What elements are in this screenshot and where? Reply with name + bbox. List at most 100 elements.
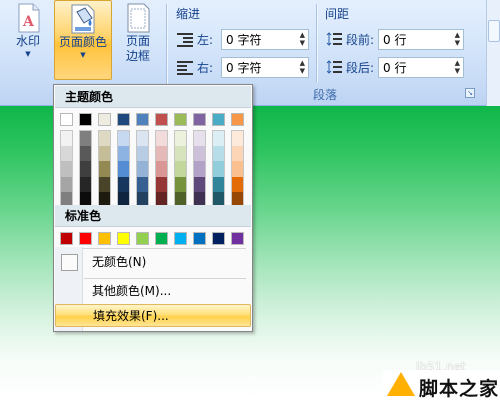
theme-tint-swatch[interactable] bbox=[99, 131, 110, 147]
spacing-after-label: 段后: bbox=[346, 60, 375, 75]
theme-tint-column bbox=[231, 130, 244, 208]
page-border-button[interactable]: 页面 边框 bbox=[112, 0, 164, 80]
theme-tint-swatch[interactable] bbox=[194, 161, 205, 177]
theme-tint-swatch[interactable] bbox=[156, 131, 167, 147]
theme-tint-swatch[interactable] bbox=[194, 131, 205, 147]
theme-color-swatch[interactable] bbox=[193, 113, 206, 126]
ribbon-scroll-button[interactable] bbox=[487, 20, 500, 42]
theme-tint-swatch[interactable] bbox=[118, 131, 129, 147]
page-border-label-1: 页面 bbox=[125, 34, 150, 48]
page-color-button[interactable]: 页面颜色 ▼ bbox=[54, 0, 112, 80]
standard-color-swatch[interactable] bbox=[193, 232, 206, 245]
theme-color-swatch[interactable] bbox=[98, 113, 111, 126]
page-border-icon bbox=[123, 2, 153, 34]
standard-color-swatch[interactable] bbox=[174, 232, 187, 245]
spacing-before-label: 段前: bbox=[346, 32, 375, 47]
theme-color-swatch[interactable] bbox=[174, 113, 187, 126]
theme-tint-swatch[interactable] bbox=[213, 161, 224, 177]
site-logo: 脚本之家 bbox=[383, 370, 500, 400]
spacing-before-value: 0 行 bbox=[383, 32, 407, 47]
standard-color-swatch[interactable] bbox=[231, 232, 244, 245]
standard-color-swatch[interactable] bbox=[212, 232, 225, 245]
theme-tint-swatch[interactable] bbox=[118, 146, 129, 162]
spacing-heading: 间距 bbox=[325, 7, 350, 21]
theme-tint-swatch[interactable] bbox=[194, 146, 205, 162]
theme-tint-swatch[interactable] bbox=[213, 131, 224, 147]
indent-left-spinner[interactable]: 0 字符 ▲ ▼ bbox=[221, 28, 309, 50]
theme-tint-swatch[interactable] bbox=[156, 146, 167, 162]
theme-tint-swatch[interactable] bbox=[175, 161, 186, 177]
standard-color-swatch[interactable] bbox=[79, 232, 92, 245]
page-color-label: 页面颜色 bbox=[58, 35, 107, 49]
theme-color-swatch[interactable] bbox=[155, 113, 168, 126]
theme-tint-swatch[interactable] bbox=[61, 146, 72, 162]
dialog-launcher-icon[interactable]: ↘ bbox=[465, 88, 475, 98]
spacing-before-spinner[interactable]: 0 行 ▲ ▼ bbox=[378, 28, 464, 50]
theme-color-swatch[interactable] bbox=[117, 113, 130, 126]
theme-tint-swatch[interactable] bbox=[137, 131, 148, 147]
theme-color-swatch[interactable] bbox=[60, 113, 73, 126]
theme-tint-swatch[interactable] bbox=[232, 146, 243, 162]
indent-heading: 缩进 bbox=[176, 7, 201, 21]
theme-tint-swatch[interactable] bbox=[175, 146, 186, 162]
chevron-down-icon: ▼ bbox=[25, 50, 31, 58]
spacing-before-row: 段前: 0 行 ▲ ▼ bbox=[326, 28, 464, 50]
spinner-arrows-icon[interactable]: ▲ ▼ bbox=[455, 31, 460, 47]
standard-color-swatch[interactable] bbox=[98, 232, 111, 245]
theme-tint-swatch[interactable] bbox=[137, 176, 148, 192]
theme-color-swatch[interactable] bbox=[136, 113, 149, 126]
theme-tint-swatch[interactable] bbox=[61, 131, 72, 147]
indent-left-label: 左: bbox=[197, 32, 214, 47]
theme-tint-column bbox=[155, 130, 168, 208]
indent-left-value: 0 字符 bbox=[226, 32, 262, 47]
theme-tint-swatch[interactable] bbox=[99, 161, 110, 177]
theme-tint-column bbox=[117, 130, 130, 208]
spacing-after-spinner[interactable]: 0 行 ▲ ▼ bbox=[378, 56, 464, 78]
theme-tint-swatch[interactable] bbox=[80, 161, 91, 177]
theme-tint-swatch[interactable] bbox=[118, 161, 129, 177]
indent-right-value: 0 字符 bbox=[226, 60, 262, 75]
standard-color-swatch[interactable] bbox=[117, 232, 130, 245]
theme-tint-swatch[interactable] bbox=[156, 176, 167, 192]
chevron-down-icon: ▼ bbox=[80, 51, 86, 59]
theme-tint-swatch[interactable] bbox=[80, 176, 91, 192]
spinner-arrows-icon[interactable]: ▲ ▼ bbox=[300, 31, 305, 47]
theme-tint-swatch[interactable] bbox=[99, 146, 110, 162]
theme-color-swatch[interactable] bbox=[79, 113, 92, 126]
theme-tint-swatch[interactable] bbox=[232, 161, 243, 177]
spinner-arrows-icon[interactable]: ▲ ▼ bbox=[455, 59, 460, 75]
theme-tint-swatch[interactable] bbox=[175, 176, 186, 192]
spinner-arrows-icon[interactable]: ▲ ▼ bbox=[300, 59, 305, 75]
indent-right-spinner[interactable]: 0 字符 ▲ ▼ bbox=[221, 56, 309, 78]
theme-color-swatch[interactable] bbox=[231, 113, 244, 126]
theme-tint-column bbox=[174, 130, 187, 208]
standard-color-swatch[interactable] bbox=[60, 232, 73, 245]
theme-tint-swatch[interactable] bbox=[118, 176, 129, 192]
theme-tint-swatch[interactable] bbox=[137, 161, 148, 177]
theme-tint-swatch[interactable] bbox=[61, 176, 72, 192]
theme-tint-swatch[interactable] bbox=[213, 176, 224, 192]
theme-tint-swatch[interactable] bbox=[80, 146, 91, 162]
standard-color-swatch[interactable] bbox=[136, 232, 149, 245]
spacing-after-row: 段后: 0 行 ▲ ▼ bbox=[326, 56, 464, 78]
theme-tint-swatch[interactable] bbox=[80, 131, 91, 147]
theme-tint-swatch[interactable] bbox=[61, 161, 72, 177]
theme-tint-swatch[interactable] bbox=[99, 176, 110, 192]
theme-tint-swatch[interactable] bbox=[175, 131, 186, 147]
watermark-button[interactable]: A 水印 ▼ bbox=[2, 0, 54, 80]
theme-tint-swatch[interactable] bbox=[232, 131, 243, 147]
theme-color-swatch[interactable] bbox=[212, 113, 225, 126]
theme-tint-swatch[interactable] bbox=[232, 176, 243, 192]
menu-separator bbox=[62, 248, 246, 249]
page-border-label-2: 边框 bbox=[125, 49, 150, 63]
standard-color-swatch[interactable] bbox=[155, 232, 168, 245]
theme-tint-swatch[interactable] bbox=[137, 146, 148, 162]
no-color-item[interactable]: 无颜色(N) bbox=[55, 251, 251, 274]
ribbon-scroll-strip bbox=[486, 0, 500, 106]
more-colors-item[interactable]: 其他颜色(M)... bbox=[55, 280, 251, 303]
theme-tint-swatch[interactable] bbox=[156, 161, 167, 177]
indent-right-label: 右: bbox=[197, 60, 214, 75]
theme-tint-swatch[interactable] bbox=[194, 176, 205, 192]
fill-effects-item[interactable]: 填充效果(F)... bbox=[55, 304, 251, 327]
theme-tint-swatch[interactable] bbox=[213, 146, 224, 162]
